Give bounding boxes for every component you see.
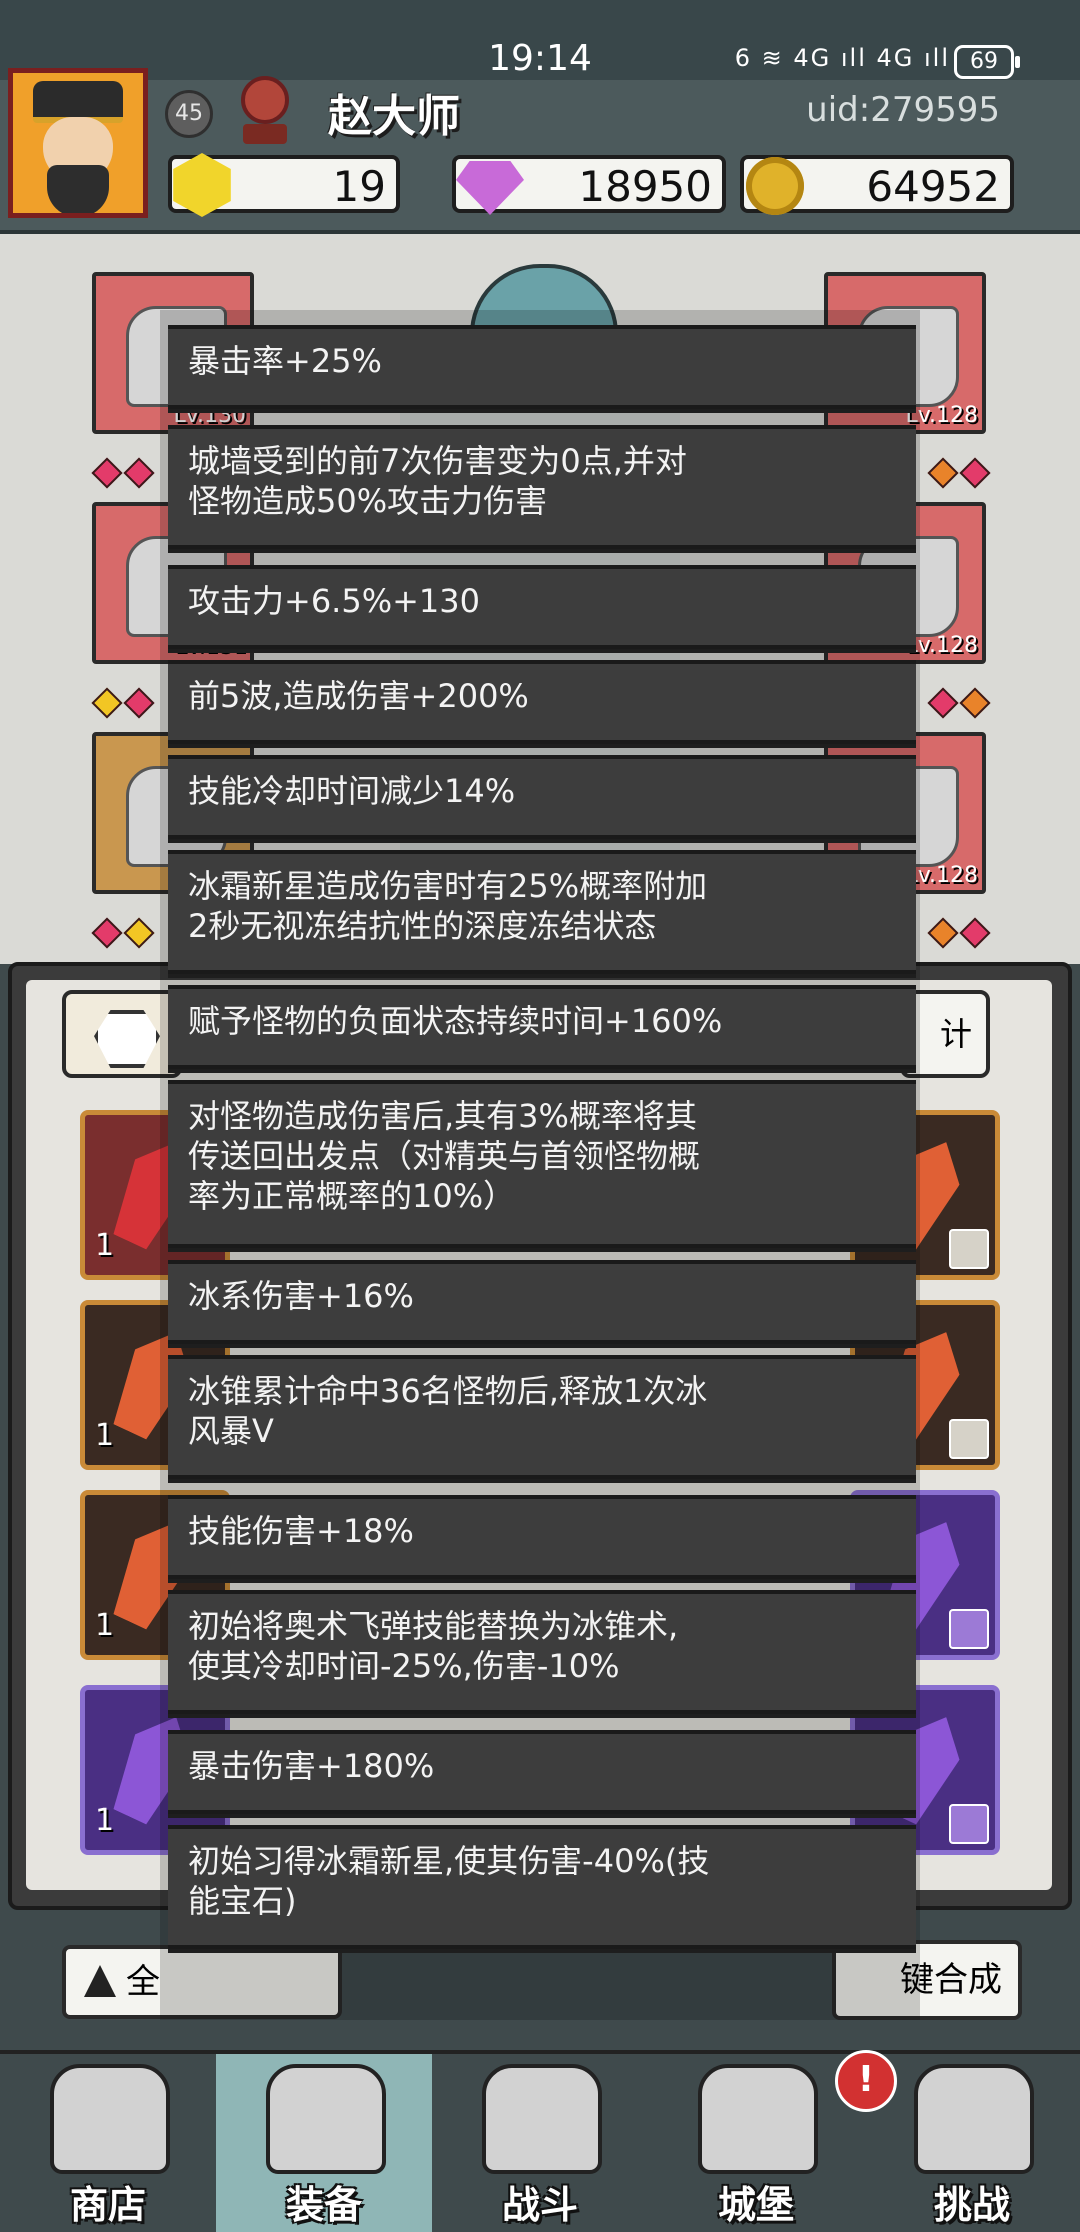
affix-text: 技能伤害+18% (188, 1512, 414, 1550)
gem-count: 1 (95, 1418, 115, 1453)
battery-indicator: 69 (954, 45, 1020, 79)
nav-battle[interactable]: 战斗 (432, 2054, 648, 2232)
affix-row: 攻击力+6.5%+130 (168, 565, 916, 649)
affix-row: 冰锥累计命中36名怪物后,释放1次冰 风暴V (168, 1355, 916, 1479)
affix-text: 暴击伤害+180% (188, 1747, 435, 1785)
affix-row: 暴击伤害+180% (168, 1730, 916, 1814)
affix-text: 暴击率+25% (188, 342, 382, 380)
gloves-type-icon (949, 1804, 989, 1844)
affix-text: 冰霜新星造成伤害时有25%概率附加 2秒无视冻结抗性的深度冻结状态 (188, 867, 708, 945)
medal-disc (241, 76, 289, 124)
player-avatar[interactable] (8, 68, 148, 218)
affix-text: 赋予怪物的负面状态持续时间+160% (188, 1002, 723, 1040)
affix-row: 初始将奥术飞弹技能替换为冰锥术, 使其冷却时间-25%,伤害-10% (168, 1590, 916, 1714)
signal-indicators: 6 ≋ 4G ıll 4G ıll (734, 44, 950, 72)
affix-row: 初始习得冰霜新星,使其伤害-40%(技 能宝石) (168, 1825, 916, 1949)
nav-equipment[interactable]: 装备 (216, 2054, 432, 2232)
diamond-currency[interactable]: 18950 (452, 155, 726, 215)
nav-label: 城堡 (717, 2183, 794, 2227)
affix-row: 技能伤害+18% (168, 1495, 916, 1579)
affix-text: 前5波,造成伤害+200% (188, 677, 529, 715)
affix-text: 冰系伤害+16% (188, 1277, 414, 1315)
player-name: 赵大师 (328, 91, 460, 142)
affix-text: 初始习得冰霜新星,使其伤害-40%(技 能宝石) (188, 1842, 710, 1920)
player-uid: uid:279595 (806, 90, 1000, 130)
affix-row: 对怪物造成伤害后,其有3%概率将其 传送回出发点（对精英与首领怪物概 率为正常概… (168, 1080, 916, 1248)
affix-row: 冰系伤害+16% (168, 1260, 916, 1344)
affix-row: 冰霜新星造成伤害时有25%概率附加 2秒无视冻结抗性的深度冻结状态 (168, 850, 916, 974)
shield-icon (914, 2064, 1034, 2174)
affix-text: 初始将奥术飞弹技能替换为冰锥术, 使其冷却时间-25%,伤害-10% (188, 1607, 679, 1685)
gem-count: 1 (95, 1608, 115, 1643)
bottom-navigation: 商店 装备 战斗 城堡 挑战 (0, 2050, 1080, 2232)
nav-castle[interactable]: 城堡 (648, 2054, 864, 2232)
filter-all-label: 全 (126, 1962, 160, 2002)
crossed-swords-icon (482, 2064, 602, 2174)
gem-amount: 19 (332, 162, 386, 211)
necklace-type-icon (949, 1419, 989, 1459)
avatar-beard (47, 165, 109, 213)
diamond-icon (456, 161, 524, 215)
castle-alert-badge: ! (835, 2050, 897, 2112)
affix-row: 暴击率+25% (168, 325, 916, 409)
nav-label: 战斗 (501, 2183, 578, 2227)
affix-row: 城墙受到的前7次伤害变为0点,并对 怪物造成50%攻击力伤害 (168, 425, 916, 549)
gold-coin-icon (746, 157, 804, 215)
affix-row: 赋予怪物的负面状态持续时间+160% (168, 985, 916, 1069)
nav-label: 装备 (285, 2183, 362, 2227)
affix-text: 技能冷却时间减少14% (188, 772, 516, 810)
affix-text: 对怪物造成伤害后,其有3%概率将其 传送回出发点（对精英与首领怪物概 率为正常概… (188, 1097, 701, 1215)
backpack-icon (266, 2064, 386, 2174)
gem-currency[interactable]: 19 (168, 153, 400, 217)
affix-text: 冰锥累计命中36名怪物后,释放1次冰 风暴V (188, 1372, 708, 1450)
affix-text: 城墙受到的前7次伤害变为0点,并对 怪物造成50%攻击力伤害 (188, 442, 687, 520)
diamond-amount: 18950 (578, 162, 712, 211)
nav-shop[interactable]: 商店 (0, 2054, 216, 2232)
affix-row: 前5波,造成伤害+200% (168, 660, 916, 744)
player-level-badge: 45 (165, 90, 213, 138)
gem-count: 1 (95, 1803, 115, 1838)
triangle-up-icon (84, 1965, 116, 1997)
yellow-gem-icon (173, 153, 231, 217)
rank-medal-icon[interactable] (235, 76, 295, 146)
gold-amount: 64952 (866, 162, 1000, 211)
affix-row: 技能冷却时间减少14% (168, 755, 916, 839)
gem-outline-icon (94, 1010, 160, 1068)
castle-icon (698, 2064, 818, 2174)
medal-base (243, 124, 287, 144)
shop-icon (50, 2064, 170, 2174)
nav-label: 挑战 (933, 2183, 1010, 2227)
gem-count: 1 (95, 1228, 115, 1263)
affix-text: 攻击力+6.5%+130 (188, 582, 481, 620)
gold-currency[interactable]: 64952 (740, 155, 1014, 215)
nav-label: 商店 (69, 2183, 146, 2227)
gloves-type-icon (949, 1229, 989, 1269)
body-armor-type-icon (949, 1609, 989, 1649)
